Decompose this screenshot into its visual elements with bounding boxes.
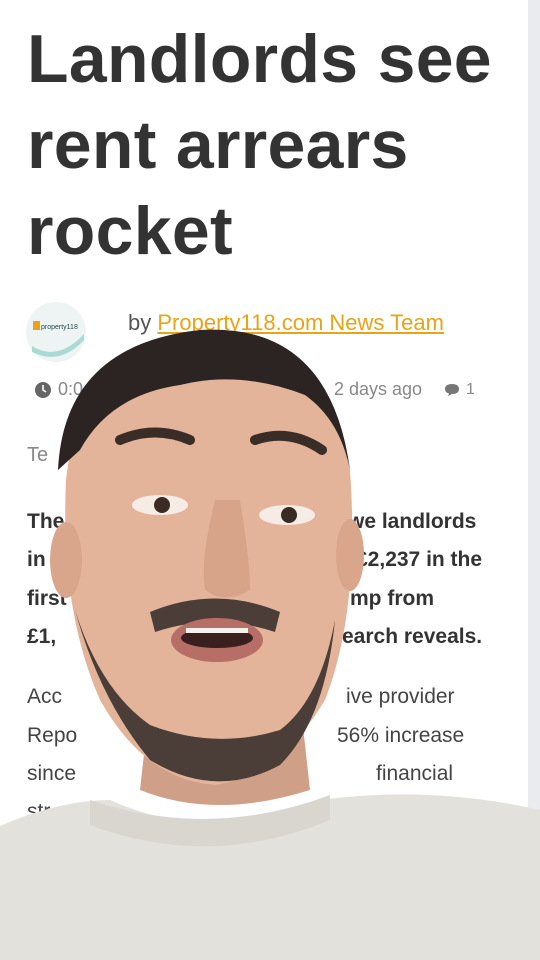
presenter-video-overlay [0, 329, 540, 960]
